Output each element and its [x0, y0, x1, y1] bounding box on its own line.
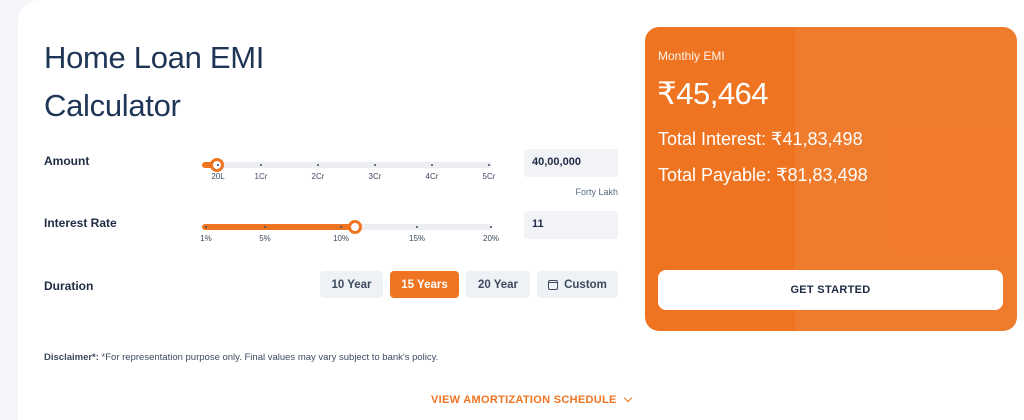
view-amortization-schedule-link[interactable]: VIEW AMORTIZATION SCHEDULE — [431, 393, 632, 406]
slider-tick — [490, 226, 492, 228]
duration-option-label: 15 Years — [401, 278, 448, 291]
slider-tick — [264, 226, 266, 228]
disclaimer: Disclaimer*: *For representation purpose… — [44, 352, 438, 363]
duration-15-years-button[interactable]: 15 Years — [390, 271, 459, 298]
duration-label: Duration — [44, 279, 94, 293]
slider-tick-label: 20L — [211, 172, 225, 181]
duration-option-label: 20 Year — [477, 278, 519, 291]
slider-tick-label: 4Cr — [425, 172, 439, 181]
slider-tick-label: 3Cr — [368, 172, 382, 181]
slider-tick — [488, 164, 490, 166]
slider-tick-label: 1% — [200, 234, 212, 243]
monthly-emi-value: ₹45,464 — [657, 76, 769, 111]
disclaimer-text: *For representation purpose only. Final … — [98, 352, 439, 363]
amortization-link-label: VIEW AMORTIZATION SCHEDULE — [431, 394, 617, 406]
slider-tick — [317, 164, 319, 166]
amount-slider[interactable]: 20L 1Cr 2Cr 3Cr 4Cr 5Cr — [202, 156, 495, 196]
duration-custom-button[interactable]: Custom — [537, 271, 618, 298]
amount-slider-track[interactable] — [202, 158, 492, 172]
slider-tick-label: 5Cr — [482, 172, 496, 181]
slider-tick — [260, 164, 262, 166]
duration-20-year-button[interactable]: 20 Year — [466, 271, 530, 298]
slider-tick — [431, 164, 433, 166]
slider-tick-label: 10% — [332, 234, 350, 243]
slider-tick — [217, 164, 219, 166]
emi-result-panel: Monthly EMI ₹45,464 Total Interest: ₹41,… — [645, 27, 1017, 331]
page-title: Home Loan EMI Calculator — [44, 40, 265, 123]
duration-option-label: 10 Year — [331, 278, 372, 291]
total-interest: Total Interest: ₹41,83,498 — [658, 129, 863, 149]
duration-custom-label: Custom — [564, 278, 607, 291]
interest-slider-fill — [202, 224, 355, 230]
slider-tick — [340, 226, 342, 228]
slider-tick-label: 1Cr — [254, 172, 268, 181]
slider-tick-label: 2Cr — [311, 172, 325, 181]
slider-tick-label: 5% — [259, 234, 271, 243]
slider-tick — [205, 226, 207, 228]
monthly-emi-label: Monthly EMI — [658, 49, 725, 63]
total-payable: Total Payable: ₹81,83,498 — [658, 165, 868, 185]
interest-slider-thumb[interactable] — [347, 220, 362, 234]
slider-tick — [416, 226, 418, 228]
disclaimer-prefix: Disclaimer*: — [44, 352, 99, 363]
amount-label: Amount — [44, 154, 90, 168]
slider-tick-label: 15% — [408, 234, 426, 243]
interest-rate-label: Interest Rate — [44, 216, 117, 230]
duration-10-year-button[interactable]: 10 Year — [320, 271, 383, 298]
slider-tick — [374, 164, 376, 166]
chevron-down-icon — [623, 393, 632, 403]
get-started-button[interactable]: GET STARTED — [658, 270, 1003, 310]
interest-rate-slider[interactable]: 1% 5% 10% 15% 20% — [200, 218, 499, 258]
slider-tick-label: 20% — [482, 234, 500, 243]
amount-in-words: Forty Lakh — [575, 187, 618, 197]
calendar-icon — [548, 279, 559, 290]
interest-rate-input[interactable]: 11 — [524, 211, 618, 239]
interest-slider-track[interactable] — [202, 220, 492, 234]
amount-input[interactable]: 40,00,000 — [524, 149, 618, 177]
